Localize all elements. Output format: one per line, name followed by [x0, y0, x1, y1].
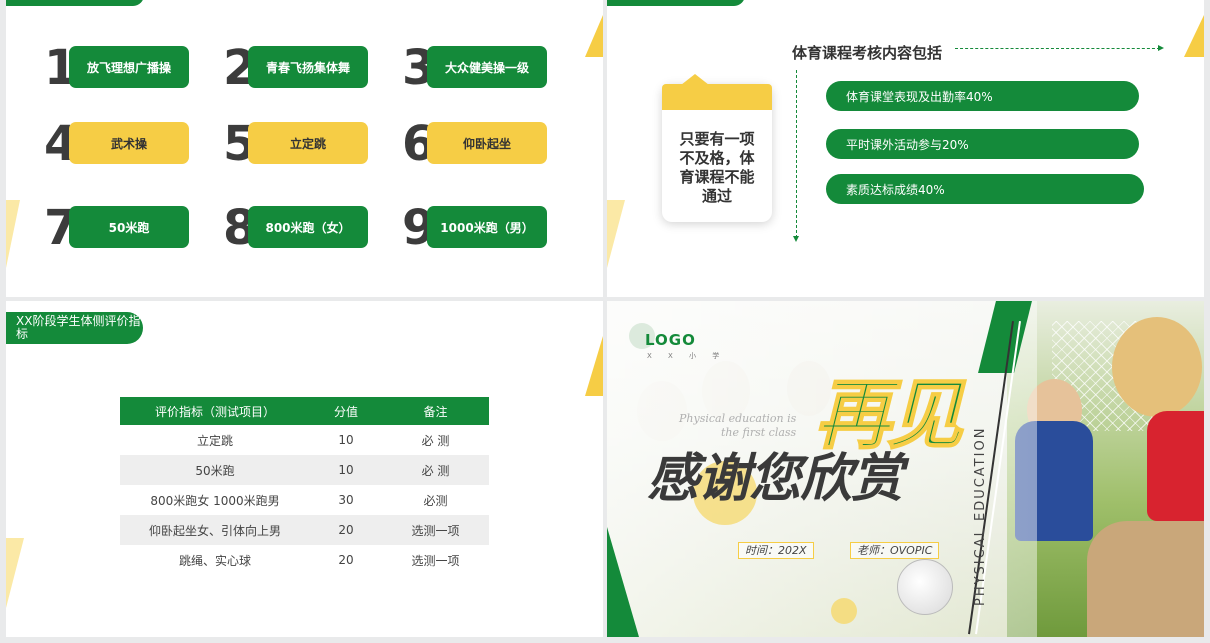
table-cell: 必测 [423, 493, 448, 508]
notice-card-header [662, 84, 772, 110]
activity-pill: 青春飞扬集体舞 [248, 46, 368, 88]
slide-assessment[interactable]: 体育课程考核内容包括 只要有一项不及格，体育课程不能通过 体育课堂表现及出勤率4… [607, 0, 1204, 297]
deco-green-corner [607, 527, 639, 637]
table-row: 跳绳、实心球 20 选测一项 [120, 545, 489, 575]
dotted-arrow-vertical [793, 70, 799, 242]
school-name: X X 小 学 [647, 352, 727, 360]
column-header: 备注 [382, 397, 489, 425]
deco-triangle-left [6, 538, 24, 608]
dotted-arrow-horizontal [955, 45, 1164, 51]
table-row: 立定跳 10 必 测 [120, 425, 489, 455]
teacher-label: 老师：OVOPIC [850, 542, 940, 559]
table-cell: 仰卧起坐女、引体向上男 [120, 515, 310, 545]
logo: LOGO [645, 331, 696, 349]
activity-pill: 仰卧起坐 [427, 122, 547, 164]
table-cell: 立定跳 [196, 433, 233, 448]
activity-pill: 放飞理想广播操 [69, 46, 189, 88]
table-cell: 必 测 [382, 455, 489, 485]
header-tab [607, 0, 745, 6]
activity-pill: 立定跳 [248, 122, 368, 164]
deco-triangle-right [1184, 15, 1204, 57]
activity-pill: 1000米跑（男） [427, 206, 547, 248]
time-label: 时间：202X [738, 542, 814, 559]
activity-pill: 800米跑（女） [248, 206, 368, 248]
table-row: 50米跑 10 必 测 [120, 455, 489, 485]
deco-triangle-right [585, 336, 603, 396]
table-row: 仰卧起坐女、引体向上男 20 选测一项 [120, 515, 489, 545]
column-header: 分值 [310, 397, 382, 425]
slide-evaluation-table[interactable]: XX阶段学生体侧评价指标 评价指标（测试项目） 分值 备注 立定跳 10 必 测 50… [6, 301, 603, 637]
activity-pill: 50米跑 [69, 206, 189, 248]
section-title-tab: XX阶段学生体侧评价指标 [6, 312, 143, 344]
deco-gold-circle [831, 598, 857, 624]
table-cell: 选测一项 [411, 553, 460, 568]
tagline-line2: the first class [721, 426, 797, 439]
deco-triangle-right [585, 15, 603, 57]
table-cell: 20 [338, 553, 354, 567]
evaluation-table: 评价指标（测试项目） 分值 备注 立定跳 10 必 测 50米跑 10 必 测 800米跑女… [120, 397, 489, 575]
criteria-item: 平时课外活动参与20% [826, 129, 1139, 159]
deco-triangle-left [6, 200, 20, 268]
vertical-physical-education: PHYSICAL EDUCATION [973, 426, 988, 606]
notice-card-roof [681, 74, 709, 85]
table-cell: 30 [338, 493, 354, 507]
slide-goodbye[interactable]: LOGO X X 小 学 Physical education is the f… [607, 301, 1204, 637]
activity-pill: 武术操 [69, 122, 189, 164]
headline-goodbye: 再见 [814, 370, 964, 459]
photo-woman-legs [1087, 521, 1204, 637]
notice-card-text: 只要有一项不及格，体育课程不能通过 [679, 130, 755, 205]
table-cell: 跳绳、实心球 [178, 553, 251, 568]
header-tab [6, 0, 144, 6]
criteria-item: 体育课堂表现及出勤率40% [826, 81, 1139, 111]
column-header: 评价指标（测试项目） [120, 397, 310, 425]
activity-pill: 大众健美操一级 [427, 46, 547, 88]
table-cell: 选测一项 [382, 515, 489, 545]
photo-woman [1112, 317, 1202, 417]
subheadline-thanks: 感谢您欣赏 [647, 449, 903, 509]
table-cell: 10 [310, 455, 382, 485]
deco-triangle-left [607, 200, 625, 268]
criteria-item: 素质达标成绩40% [826, 174, 1144, 204]
slide-activities[interactable]: 1 放飞理想广播操 2 青春飞扬集体舞 3 大众健美操一级 4 武术操 5 立定跳 6 仰卧起坐 7 50… [6, 0, 603, 297]
tagline-line1: Physical education is [679, 412, 797, 425]
table-row: 800米跑女 1000米跑男 30 必测 [120, 485, 489, 515]
table-cell: 800米跑女 1000米跑男 [150, 493, 280, 508]
table-cell: 10 [338, 433, 354, 447]
table-cell: 50米跑 [120, 455, 310, 485]
assessment-title: 体育课程考核内容包括 [792, 44, 943, 62]
soccer-ball [897, 559, 953, 615]
table-header-row: 评价指标（测试项目） 分值 备注 [120, 397, 489, 425]
table-cell: 必 测 [421, 433, 450, 448]
photo-woman-shirt [1147, 411, 1204, 521]
table-cell: 20 [310, 515, 382, 545]
